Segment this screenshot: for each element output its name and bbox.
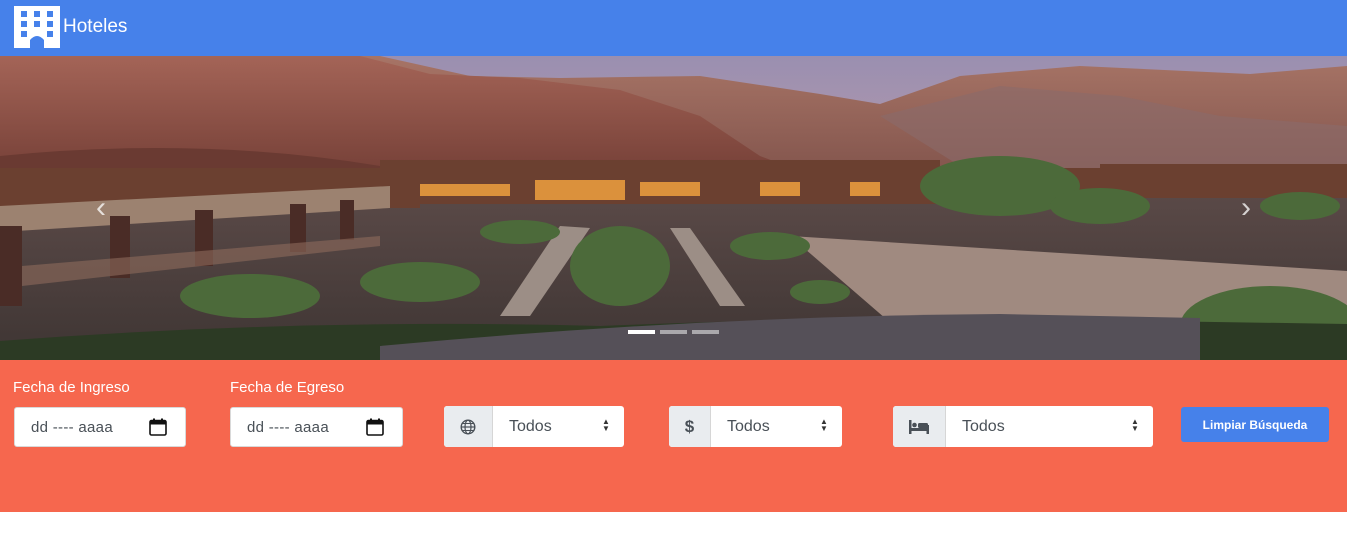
checkout-date-input[interactable]: dd ---- aaaa <box>230 407 403 447</box>
country-select-value: Todos <box>509 417 552 435</box>
country-select[interactable]: Todos ▲ ▼ <box>493 406 624 447</box>
hero-carousel: ‹ › <box>0 56 1347 360</box>
select-arrows-icon: ▲ ▼ <box>602 417 610 433</box>
brand-title[interactable]: Hoteles <box>63 16 127 38</box>
calendar-icon[interactable] <box>149 418 167 436</box>
country-filter-group: Todos ▲ ▼ <box>444 406 624 447</box>
checkin-date-input[interactable]: dd ---- aaaa <box>14 407 186 447</box>
clear-search-button[interactable]: Limpiar Búsqueda <box>1181 407 1329 442</box>
checkout-date-placeholder: dd ---- aaaa <box>247 419 329 436</box>
checkin-date-placeholder: dd ---- aaaa <box>31 419 113 436</box>
checkin-label: Fecha de Ingreso <box>13 379 130 396</box>
price-select-value: Todos <box>727 417 770 435</box>
rooms-select-value: Todos <box>962 417 1005 435</box>
price-select[interactable]: Todos ▲ ▼ <box>711 406 842 447</box>
chevron-left-icon: ‹ <box>96 191 106 224</box>
rooms-select[interactable]: Todos ▲ ▼ <box>946 406 1153 447</box>
dollar-icon: $ <box>669 406 711 447</box>
bed-icon <box>893 406 946 447</box>
select-arrows-icon: ▲ ▼ <box>820 417 828 433</box>
carousel-indicator-1[interactable] <box>628 330 655 334</box>
calendar-icon[interactable] <box>366 418 384 436</box>
top-navbar: Hoteles <box>0 0 1347 56</box>
carousel-prev-control[interactable]: ‹ <box>86 192 116 224</box>
price-filter-group: $ Todos ▲ ▼ <box>669 406 842 447</box>
chevron-right-icon: › <box>1241 191 1251 224</box>
carousel-indicator-3[interactable] <box>692 330 719 334</box>
carousel-indicator-2[interactable] <box>660 330 687 334</box>
rooms-filter-group: Todos ▲ ▼ <box>893 406 1153 447</box>
select-arrows-icon: ▲ ▼ <box>1131 417 1139 433</box>
search-filters-bar: Fecha de Ingreso dd ---- aaaa Fecha de E… <box>0 360 1347 512</box>
globe-icon <box>444 406 493 447</box>
checkout-label: Fecha de Egreso <box>230 379 345 396</box>
carousel-next-control[interactable]: › <box>1231 192 1261 224</box>
carousel-slide-image <box>0 56 1347 360</box>
carousel-indicators <box>628 330 719 334</box>
hotel-building-icon[interactable] <box>14 6 60 48</box>
